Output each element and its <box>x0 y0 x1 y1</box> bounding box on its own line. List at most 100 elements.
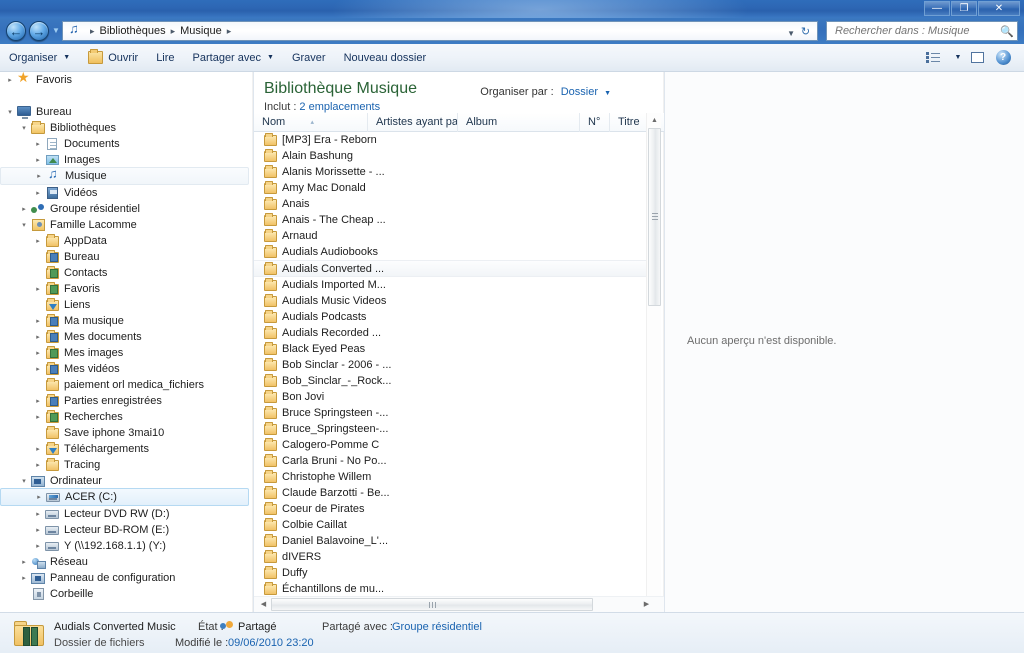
address-bar[interactable]: ▸ Bibliothèques ▸ Musique ▸ ▼ ↻ <box>62 21 818 41</box>
chevron-right-icon[interactable]: ▸ <box>32 317 44 325</box>
chevron-right-icon[interactable]: ▸ <box>32 285 44 293</box>
file-list-row[interactable]: dIVERS <box>254 549 646 565</box>
file-list-row[interactable]: Arnaud <box>254 228 646 244</box>
chevron-right-icon[interactable]: ▸ <box>32 365 44 373</box>
change-view-button[interactable] <box>920 47 946 69</box>
sidebar-item-ordinateur[interactable]: ▾ Ordinateur <box>0 473 252 489</box>
sidebar-item-t-l-chargements[interactable]: ▸ Téléchargements <box>0 441 252 457</box>
scroll-right-button[interactable]: ▶ <box>639 597 654 612</box>
sidebar-item-images[interactable]: ▸ Images <box>0 152 252 168</box>
chevron-right-icon[interactable]: ▸ <box>32 156 44 164</box>
file-list-row[interactable]: Alanis Morissette - ... <box>254 164 646 180</box>
sidebar-item-lecteur-dvd-rw-d[interactable]: ▸ Lecteur DVD RW (D:) <box>0 506 252 522</box>
sidebar-item-biblioth-ques[interactable]: ▾ Bibliothèques <box>0 120 252 136</box>
sidebar-item-mes-documents[interactable]: ▸ Mes documents <box>0 329 252 345</box>
chevron-right-icon[interactable]: ▸ <box>32 413 44 421</box>
sidebar-item-documents[interactable]: ▸ Documents <box>0 136 252 152</box>
chevron-right-icon[interactable]: ▸ <box>32 397 44 405</box>
sidebar-item-musique[interactable]: ▸ Musique <box>0 167 249 185</box>
file-list-row[interactable]: Audials Podcasts <box>254 309 646 325</box>
search-box[interactable]: 🔍 <box>826 21 1018 41</box>
file-list-row[interactable]: Christophe Willem <box>254 469 646 485</box>
organiser-button[interactable]: Organiser ▼ <box>0 47 79 69</box>
sidebar-item-tracing[interactable]: ▸ Tracing <box>0 457 252 473</box>
sidebar-item-save-iphone-3mai10[interactable]: Save iphone 3mai10 <box>0 425 252 441</box>
file-list-row[interactable]: Bob Sinclar - 2006 - ... <box>254 357 646 373</box>
file-list-vertical-scrollbar[interactable]: ▲ ▼ <box>646 113 661 653</box>
file-list-row[interactable]: [MP3] Era - Reborn <box>254 132 646 148</box>
sidebar-item-famille-lacomme[interactable]: ▾ Famille Lacomme <box>0 217 252 233</box>
file-list-row[interactable]: Échantillons de mu... <box>254 581 646 597</box>
chevron-right-icon[interactable]: ▸ <box>32 526 44 534</box>
refresh-icon[interactable]: ↻ <box>798 26 813 39</box>
chevron-right-icon[interactable]: ▸ <box>32 445 44 453</box>
file-list[interactable]: [MP3] Era - Reborn Alain Bashung Alanis Mo… <box>254 132 646 653</box>
search-input[interactable] <box>833 23 997 39</box>
file-list-row[interactable]: Bon Jovi <box>254 389 646 405</box>
chevron-right-icon[interactable]: ▸ <box>18 574 30 582</box>
search-icon[interactable]: 🔍 <box>997 25 1017 38</box>
chevron-right-icon[interactable]: ▸ <box>18 558 30 566</box>
organize-by-control[interactable]: Organiser par : Dossier ▼ <box>480 86 611 98</box>
column-header-artistes-ayant-parti[interactable]: Artistes ayant parti... <box>368 112 458 132</box>
ouvrir-button[interactable]: Ouvrir <box>79 47 147 69</box>
chevron-down-icon[interactable]: ▾ <box>4 108 16 116</box>
sidebar-item-contacts[interactable]: Contacts <box>0 265 252 281</box>
file-list-row[interactable]: Alain Bashung <box>254 148 646 164</box>
sidebar-item-mes-images[interactable]: ▸ Mes images <box>0 345 252 361</box>
file-list-row[interactable]: Bob_Sinclar_-_Rock... <box>254 373 646 389</box>
sidebar-item-lecteur-bd-rom-e[interactable]: ▸ Lecteur BD-ROM (E:) <box>0 522 252 538</box>
file-list-row[interactable]: Anais - The Cheap ... <box>254 212 646 228</box>
chevron-right-icon[interactable]: ▸ <box>32 510 44 518</box>
chevron-right-icon[interactable]: ▸ <box>32 189 44 197</box>
includes-link[interactable]: 2 emplacements <box>299 101 380 113</box>
file-list-row[interactable]: Audials Audiobooks <box>254 244 646 260</box>
scroll-left-button[interactable]: ◀ <box>256 597 271 612</box>
partager-avec-button[interactable]: Partager avec ▼ <box>184 47 283 69</box>
chevron-right-icon[interactable]: ▸ <box>18 205 30 213</box>
chevron-right-icon[interactable]: ▸ <box>33 172 45 180</box>
sidebar-item-liens[interactable]: Liens <box>0 297 252 313</box>
close-button[interactable]: ✕ <box>978 1 1020 16</box>
file-list-row[interactable]: Audials Converted ... <box>254 260 646 277</box>
sidebar-item-recherches[interactable]: ▸ Recherches <box>0 409 252 425</box>
horizontal-scroll-thumb[interactable] <box>271 598 593 611</box>
file-list-row[interactable]: Bruce_Springsteen-... <box>254 421 646 437</box>
chevron-down-icon[interactable]: ▾ <box>18 124 30 132</box>
file-list-row[interactable]: Anais <box>254 196 646 212</box>
help-button[interactable]: ? <box>990 47 1016 69</box>
file-list-row[interactable]: Black Eyed Peas <box>254 341 646 357</box>
file-list-horizontal-scrollbar[interactable]: ◀ ▶ <box>254 596 664 612</box>
chevron-right-icon[interactable]: ▸ <box>4 76 16 84</box>
sidebar-item-groupe-r-sidentiel[interactable]: ▸ Groupe résidentiel <box>0 201 252 217</box>
file-list-row[interactable]: Audials Recorded ... <box>254 325 646 341</box>
nouveau-dossier-button[interactable]: Nouveau dossier <box>335 47 436 69</box>
maximize-button[interactable]: ❐ <box>951 1 977 16</box>
file-list-row[interactable]: Amy Mac Donald <box>254 180 646 196</box>
file-list-row[interactable]: Audials Music Videos <box>254 293 646 309</box>
file-list-row[interactable]: Duffy <box>254 565 646 581</box>
file-list-row[interactable]: Daniel Balavoine_L'... <box>254 533 646 549</box>
graver-button[interactable]: Graver <box>283 47 335 69</box>
file-list-row[interactable]: Audials Imported M... <box>254 277 646 293</box>
file-list-row[interactable]: Calogero-Pomme C <box>254 437 646 453</box>
chevron-down-icon[interactable]: ▾ <box>18 477 30 485</box>
sidebar-item-paiement-orl-medica-fichiers[interactable]: paiement orl medica_fichiers <box>0 377 252 393</box>
sidebar-item-acer-c[interactable]: ▸ ACER (C:) <box>0 488 249 506</box>
chevron-right-icon[interactable]: ▸ <box>32 333 44 341</box>
navigation-pane[interactable]: ▸ Favoris ▾ Bureau ▾ Bibliothèques ▸ Documents ▸… <box>0 72 252 612</box>
sidebar-item-bureau[interactable]: ▾ Bureau <box>0 104 252 120</box>
breadcrumb-separator[interactable]: ▸ <box>222 26 237 37</box>
vertical-scroll-thumb[interactable] <box>648 128 661 306</box>
chevron-right-icon[interactable]: ▸ <box>33 493 45 501</box>
recent-pages-dropdown-icon[interactable]: ▼ <box>51 27 61 35</box>
chevron-down-icon[interactable]: ▾ <box>18 221 30 229</box>
sidebar-item-ma-musique[interactable]: ▸ Ma musique <box>0 313 252 329</box>
breadcrumb-musique[interactable]: Musique <box>180 25 222 37</box>
sidebar-item-bureau[interactable]: Bureau <box>0 249 252 265</box>
sidebar-item-mes-vid-os[interactable]: ▸ Mes vidéos <box>0 361 252 377</box>
back-button[interactable]: ← <box>6 21 26 41</box>
column-header-nom[interactable]: Nom ▴ <box>254 112 368 132</box>
chevron-right-icon[interactable]: ▸ <box>32 349 44 357</box>
sidebar-item-r-seau[interactable]: ▸ Réseau <box>0 554 252 570</box>
